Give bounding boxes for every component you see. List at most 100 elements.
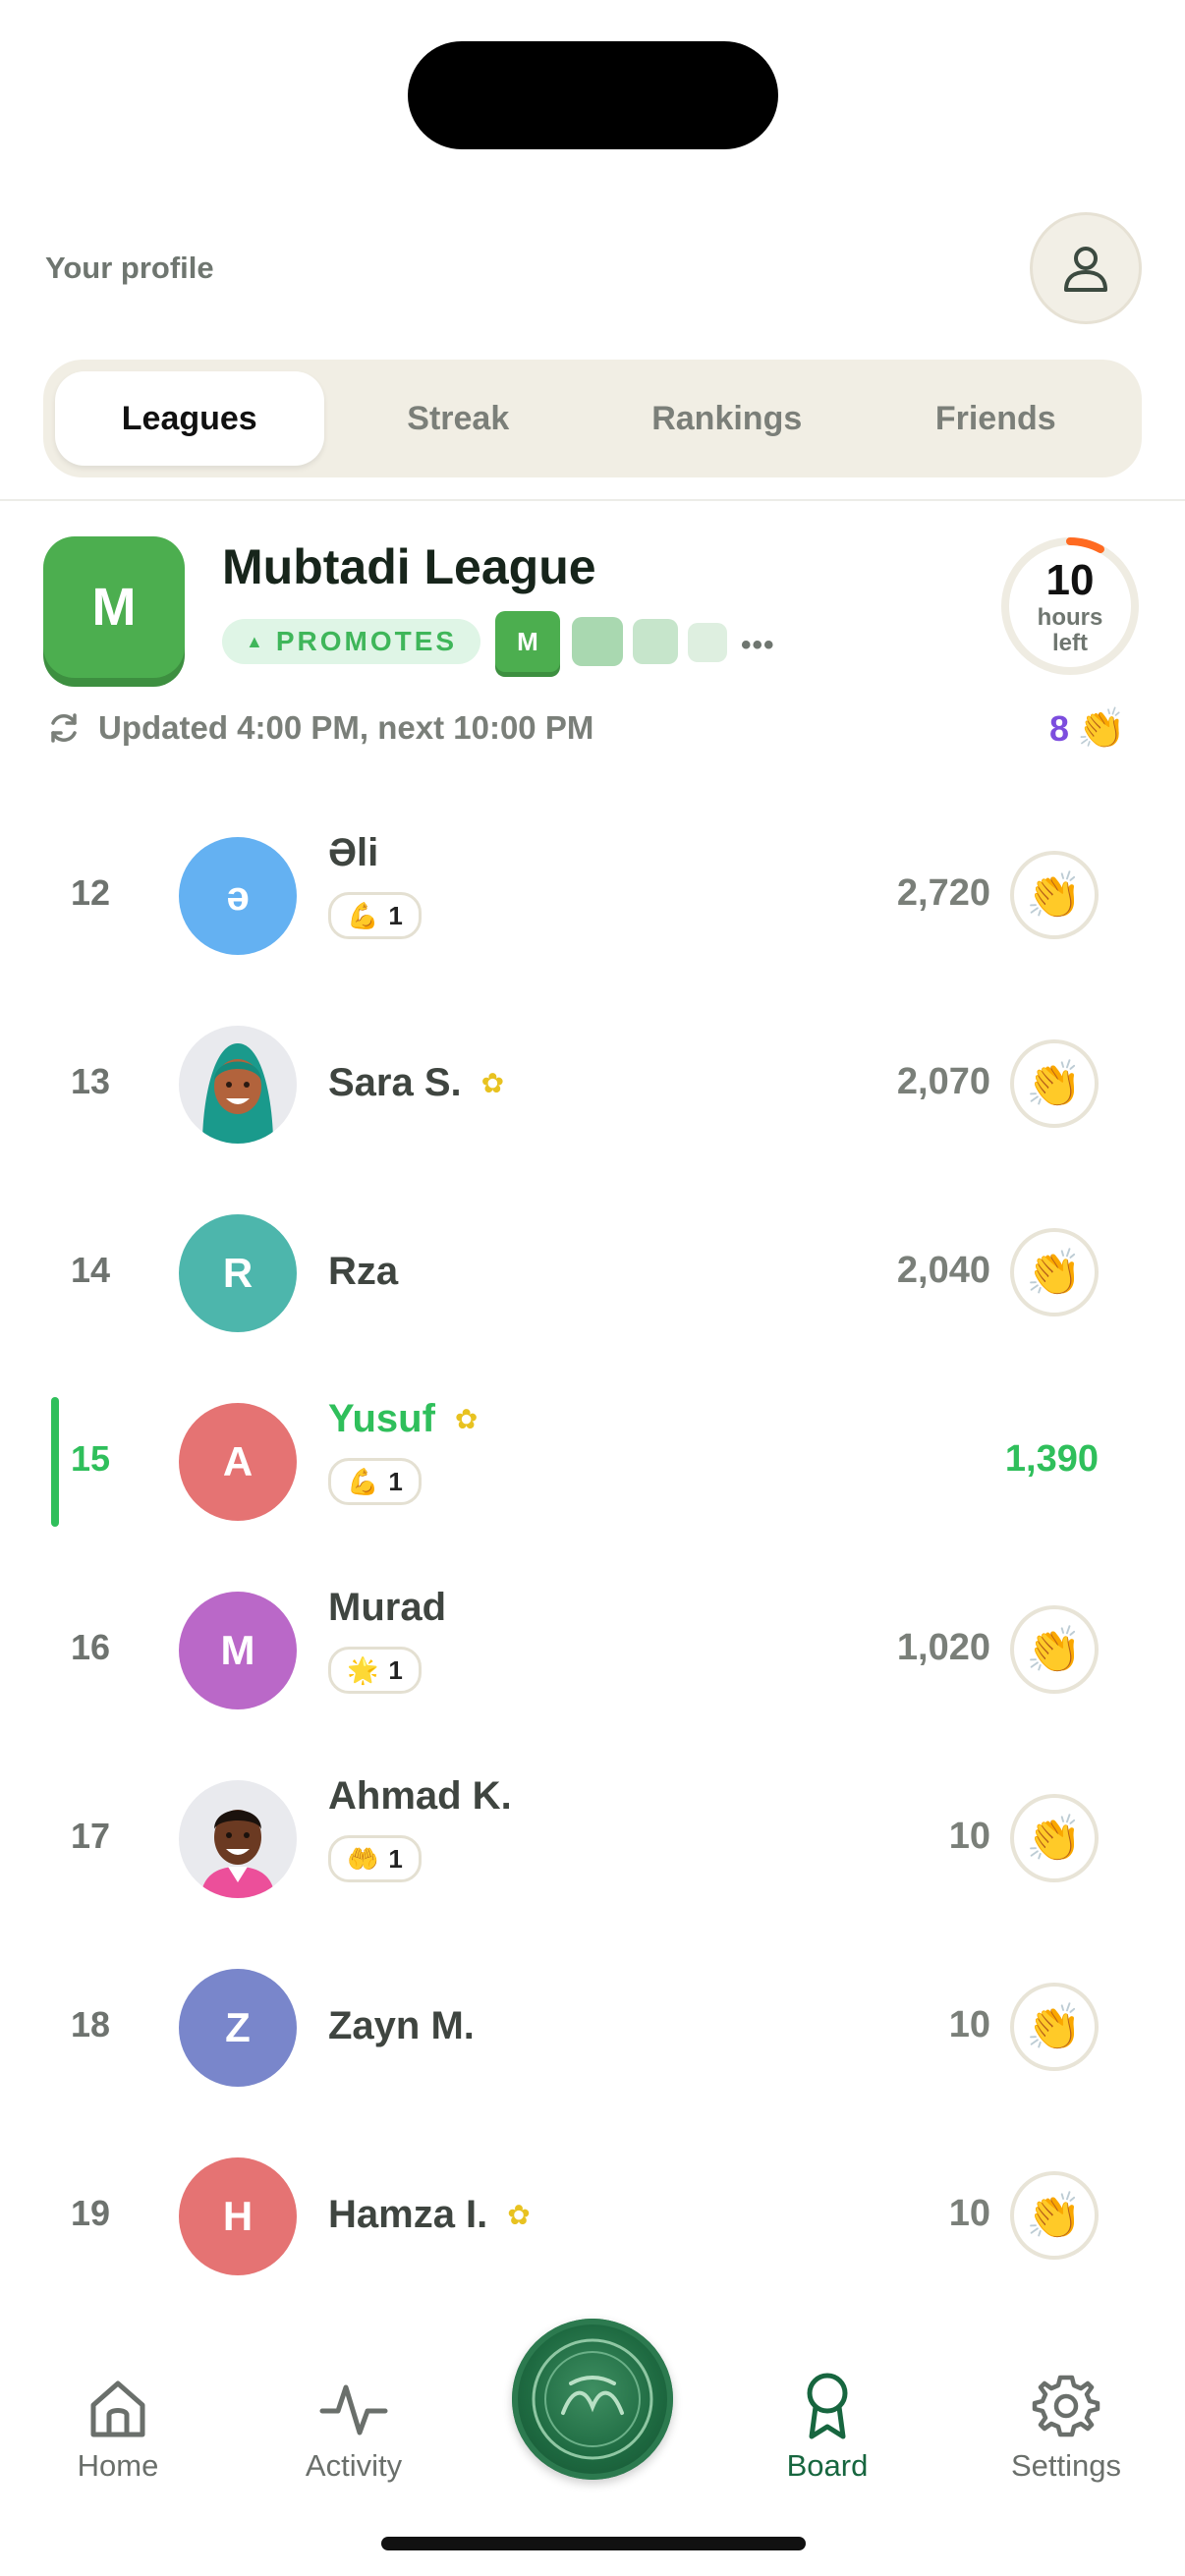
- player-name: Yusuf ✿: [328, 1397, 479, 1440]
- score: 1,390: [1004, 1438, 1099, 1480]
- score: 2,070: [896, 1061, 990, 1102]
- player-name: Hamza I. ✿: [328, 2193, 531, 2236]
- leaderboard-row-current-user[interactable]: 15 A Yusuf ✿ 💪 1 1,390: [0, 1368, 1185, 1556]
- rank: 19: [70, 2193, 111, 2233]
- home-indicator: [381, 2537, 806, 2550]
- update-status: Updated 4:00 PM, next 10:00 PM: [45, 709, 593, 747]
- tab-leagues[interactable]: Leagues: [55, 371, 324, 466]
- time-left-label: hours left: [1037, 604, 1103, 656]
- person-icon: [1064, 247, 1107, 292]
- avatar: Z: [179, 1969, 297, 2087]
- quran-emblem-icon: [532, 2338, 653, 2460]
- gear-icon: [1032, 2375, 1100, 2437]
- clap-button[interactable]: 👏: [1010, 1039, 1099, 1128]
- player-name: Zayn M.: [328, 2004, 475, 2047]
- clap-button[interactable]: 👏: [1010, 1983, 1099, 2071]
- nav-home[interactable]: Home: [29, 2362, 206, 2484]
- achievement-chip: 🌟 1: [328, 1647, 422, 1694]
- nav-board-label: Board: [786, 2448, 869, 2483]
- rank: 14: [70, 1250, 111, 1290]
- league-title: Mubtadi League: [222, 539, 596, 594]
- score: 10: [948, 1816, 990, 1857]
- profile-label: Your profile: [45, 251, 214, 285]
- tier-next: [688, 623, 727, 662]
- score: 10: [948, 2004, 990, 2045]
- leaderboard-row[interactable]: 14 R Rza 2,040 👏: [0, 1179, 1185, 1368]
- clap-button[interactable]: 👏: [1010, 851, 1099, 939]
- palms-up-icon: 🤲: [347, 1843, 379, 1874]
- claps-count-value: 8: [1049, 707, 1070, 749]
- leaderboard-row[interactable]: 19 H Hamza I. ✿ 10 👏: [0, 2122, 1185, 2311]
- home-icon: [90, 2380, 145, 2437]
- clap-icon: 👏: [1026, 868, 1083, 921]
- tab-streak[interactable]: Streak: [324, 371, 593, 466]
- claps-remaining: 8 👏: [1049, 705, 1126, 752]
- clap-icon: 👏: [1026, 1246, 1083, 1298]
- promotes-badge: ▲ PROMOTES: [222, 619, 481, 664]
- rank: 16: [70, 1627, 111, 1667]
- flower-icon: ✿: [454, 1404, 479, 1434]
- tab-rankings[interactable]: Rankings: [592, 371, 862, 466]
- clap-button[interactable]: 👏: [1010, 2171, 1099, 2260]
- player-name: Əli: [328, 831, 379, 874]
- clap-button[interactable]: 👏: [1010, 1794, 1099, 1882]
- hijab-avatar-icon: [202, 1043, 273, 1144]
- tab-bar: Leagues Streak Rankings Friends: [43, 360, 1142, 477]
- score: 1,020: [896, 1627, 990, 1668]
- profile-button[interactable]: [1030, 212, 1142, 324]
- time-left-value: 10: [1045, 556, 1095, 604]
- leaderboard-row[interactable]: 17 Ahmad K. 🤲 1 10 👏: [0, 1745, 1185, 1933]
- avatar: ə: [179, 837, 297, 955]
- avatar: [179, 1780, 297, 1898]
- player-name: Ahmad K.: [328, 1774, 512, 1818]
- clap-icon: 👏: [1026, 1057, 1083, 1109]
- nav-home-label: Home: [77, 2448, 159, 2483]
- rank: 15: [70, 1438, 111, 1479]
- clap-button[interactable]: 👏: [1010, 1228, 1099, 1316]
- updated-text: Updated 4:00 PM, next 10:00 PM: [98, 709, 594, 746]
- player-name: Murad: [328, 1586, 446, 1629]
- rank: 12: [70, 872, 111, 913]
- clap-button[interactable]: 👏: [1010, 1605, 1099, 1694]
- score: 10: [948, 2193, 990, 2234]
- leaderboard-row[interactable]: 18 Z Zayn M. 10 👏: [0, 1933, 1185, 2122]
- nav-board[interactable]: Board: [739, 2362, 916, 2484]
- promotes-label: PROMOTES: [275, 626, 458, 656]
- tier-next: [572, 617, 623, 666]
- clap-icon: 👏: [1026, 1623, 1083, 1675]
- clap-icon: 👏: [1026, 2189, 1083, 2241]
- quran-button[interactable]: [512, 2319, 673, 2480]
- flower-icon: ✿: [507, 2200, 531, 2230]
- up-triangle-icon: ▲: [246, 631, 266, 651]
- player-name: Sara S. ✿: [328, 1061, 505, 1104]
- rank: 17: [70, 1816, 111, 1856]
- nav-settings[interactable]: Settings: [978, 2362, 1155, 2484]
- star-icon: 🌟: [347, 1654, 379, 1685]
- refresh-icon: [51, 713, 77, 743]
- rank: 18: [70, 2004, 111, 2044]
- divider: [0, 499, 1185, 501]
- score: 2,720: [896, 872, 990, 914]
- clap-icon: 👏: [1026, 2000, 1083, 2052]
- flower-icon: ✿: [480, 1068, 505, 1098]
- current-user-indicator: [51, 1397, 59, 1527]
- flexed-arm-icon: 💪: [347, 900, 379, 930]
- player-name: Rza: [328, 1250, 399, 1293]
- score: 2,040: [896, 1250, 990, 1291]
- nav-settings-label: Settings: [1010, 2448, 1121, 2483]
- time-left-ring: 10 hours left: [998, 534, 1142, 678]
- avatar: A: [179, 1403, 297, 1521]
- tab-friends[interactable]: Friends: [862, 371, 1131, 466]
- nav-activity[interactable]: Activity: [265, 2362, 442, 2484]
- bottom-nav: Home Activity Board Settings: [0, 2289, 1185, 2576]
- dynamic-island: [408, 41, 778, 149]
- leaderboard-row[interactable]: 16 M Murad 🌟 1 1,020 👏: [0, 1556, 1185, 1745]
- tier-current: M: [495, 611, 560, 672]
- avatar: R: [179, 1214, 297, 1332]
- clap-icon: 👏: [1026, 1812, 1083, 1864]
- achievement-chip: 💪 1: [328, 892, 422, 939]
- avatar: H: [179, 2157, 297, 2275]
- leaderboard-row[interactable]: 12 ə Əli 💪 1 2,720 👏: [0, 802, 1185, 990]
- leaderboard-row[interactable]: 13 Sara S. ✿ 2,070 👏: [0, 990, 1185, 1179]
- achievement-chip: 🤲 1: [328, 1835, 422, 1882]
